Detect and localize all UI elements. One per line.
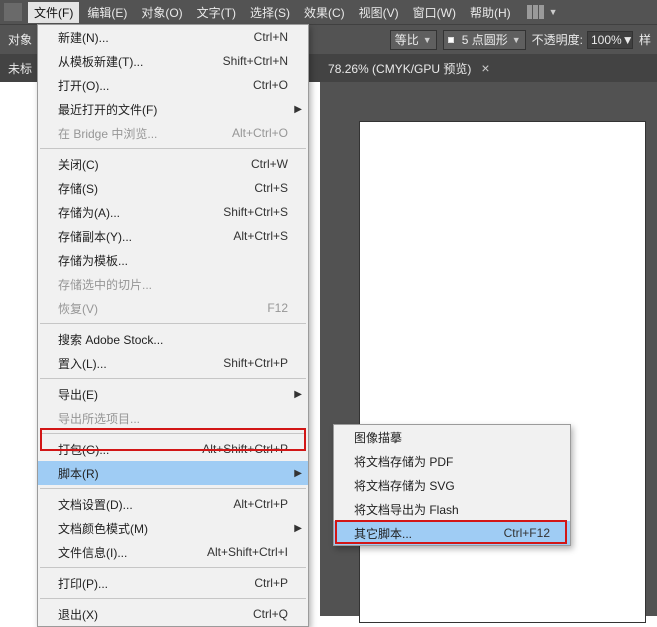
- tab-zoom: 78.26% (CMYK/GPU 预览): [328, 60, 471, 77]
- chevron-down-icon: ▼: [512, 35, 521, 45]
- stroke-profile-value: 5 点圆形: [462, 31, 508, 48]
- mi-print[interactable]: 打印(P)...Ctrl+P: [38, 571, 308, 595]
- mi-export-selection: 导出所选项目...: [38, 406, 308, 430]
- separator: [40, 323, 306, 324]
- opacity-control: 不透明度: 100% ▼: [532, 31, 633, 49]
- mi-save[interactable]: 存储(S)Ctrl+S: [38, 176, 308, 200]
- mi-save-svg[interactable]: 将文档存储为 SVG: [334, 473, 570, 497]
- mi-open[interactable]: 打开(O)...Ctrl+O: [38, 73, 308, 97]
- scale-mode-value: 等比: [395, 31, 419, 48]
- workspace-icon[interactable]: [527, 5, 545, 19]
- mi-save-template[interactable]: 存储为模板...: [38, 248, 308, 272]
- file-menu-dropdown: 新建(N)...Ctrl+N 从模板新建(T)...Shift+Ctrl+N 打…: [37, 24, 309, 627]
- chevron-right-icon: ▶: [294, 468, 302, 479]
- mi-new-template[interactable]: 从模板新建(T)...Shift+Ctrl+N: [38, 49, 308, 73]
- mi-doc-setup[interactable]: 文档设置(D)...Alt+Ctrl+P: [38, 492, 308, 516]
- separator: [40, 488, 306, 489]
- close-icon[interactable]: ×: [481, 60, 489, 76]
- menu-object[interactable]: 对象(O): [135, 2, 188, 23]
- scripts-submenu: 图像描摹 将文档存储为 PDF 将文档存储为 SVG 将文档导出为 Flash …: [333, 424, 571, 546]
- mi-save-slices: 存储选中的切片...: [38, 272, 308, 296]
- stroke-swatch-icon: [448, 37, 454, 43]
- separator: [40, 148, 306, 149]
- menu-view[interactable]: 视图(V): [353, 2, 405, 23]
- chevron-down-icon: ▼: [423, 35, 432, 45]
- mi-color-mode[interactable]: 文档颜色模式(M)▶: [38, 516, 308, 540]
- separator: [40, 378, 306, 379]
- artboard[interactable]: [360, 122, 645, 622]
- mi-exit[interactable]: 退出(X)Ctrl+Q: [38, 602, 308, 626]
- menu-edit[interactable]: 编辑(E): [81, 2, 133, 23]
- mi-place[interactable]: 置入(L)...Shift+Ctrl+P: [38, 351, 308, 375]
- chevron-right-icon: ▶: [294, 104, 302, 115]
- opacity-value: 100%: [591, 33, 622, 47]
- tab-prefix: 未标: [8, 60, 32, 77]
- mi-file-info[interactable]: 文件信息(I)...Alt+Shift+Ctrl+I: [38, 540, 308, 564]
- mi-save-as[interactable]: 存储为(A)...Shift+Ctrl+S: [38, 200, 308, 224]
- separator: [40, 433, 306, 434]
- menu-help[interactable]: 帮助(H): [464, 2, 517, 23]
- mi-image-trace[interactable]: 图像描摹: [334, 425, 570, 449]
- mi-stock[interactable]: 搜索 Adobe Stock...: [38, 327, 308, 351]
- menu-file[interactable]: 文件(F): [28, 2, 79, 23]
- separator: [40, 567, 306, 568]
- mi-export[interactable]: 导出(E)▶: [38, 382, 308, 406]
- home-icon[interactable]: [4, 3, 22, 21]
- app-menubar: 文件(F) 编辑(E) 对象(O) 文字(T) 选择(S) 效果(C) 视图(V…: [0, 0, 657, 24]
- chevron-down-icon[interactable]: ▼: [549, 7, 558, 17]
- chevron-down-icon: ▼: [622, 33, 634, 47]
- menu-window[interactable]: 窗口(W): [407, 2, 462, 23]
- mi-revert: 恢复(V)F12: [38, 296, 308, 320]
- mi-bridge: 在 Bridge 中浏览...Alt+Ctrl+O: [38, 121, 308, 145]
- mi-save-copy[interactable]: 存储副本(Y)...Alt+Ctrl+S: [38, 224, 308, 248]
- mi-package[interactable]: 打包(G)...Alt+Shift+Ctrl+P: [38, 437, 308, 461]
- options-left-label: 对象: [8, 31, 32, 48]
- chevron-right-icon: ▶: [294, 523, 302, 534]
- scale-mode-select[interactable]: 等比 ▼: [390, 30, 437, 50]
- mi-close[interactable]: 关闭(C)Ctrl+W: [38, 152, 308, 176]
- style-label: 样: [639, 31, 651, 48]
- chevron-right-icon: ▶: [294, 389, 302, 400]
- menu-select[interactable]: 选择(S): [244, 2, 296, 23]
- mi-recent[interactable]: 最近打开的文件(F)▶: [38, 97, 308, 121]
- document-tab-info[interactable]: 78.26% (CMYK/GPU 预览) ×: [320, 54, 498, 82]
- mi-export-flash[interactable]: 将文档导出为 Flash: [334, 497, 570, 521]
- separator: [40, 598, 306, 599]
- mi-other-scripts[interactable]: 其它脚本...Ctrl+F12: [334, 521, 570, 545]
- stroke-profile-select[interactable]: 5 点圆形 ▼: [443, 30, 526, 50]
- opacity-input[interactable]: 100% ▼: [587, 31, 633, 49]
- mi-save-pdf[interactable]: 将文档存储为 PDF: [334, 449, 570, 473]
- menu-text[interactable]: 文字(T): [191, 2, 242, 23]
- mi-scripts[interactable]: 脚本(R)▶: [38, 461, 308, 485]
- menu-effect[interactable]: 效果(C): [298, 2, 351, 23]
- opacity-label: 不透明度:: [532, 31, 583, 48]
- mi-new[interactable]: 新建(N)...Ctrl+N: [38, 25, 308, 49]
- document-tab[interactable]: 未标: [0, 54, 40, 82]
